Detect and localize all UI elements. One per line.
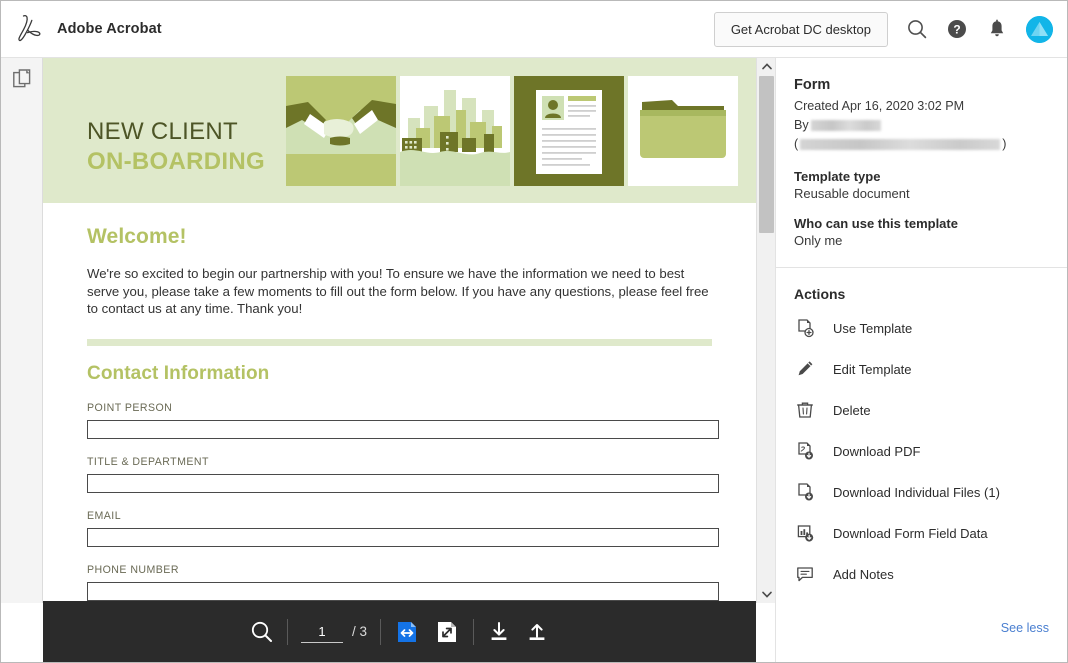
page-total-label: / 3 [352,624,367,639]
banner-title-block: NEW CLIENT ON-BOARDING [87,118,265,176]
see-less-link[interactable]: See less [1001,621,1049,635]
action-label: Download Individual Files (1) [833,485,1000,500]
created-by-email: ( ) [794,135,1049,154]
banner-line-2: ON-BOARDING [87,148,265,176]
app-header: Adobe Acrobat Get Acrobat DC desktop ? [1,1,1067,58]
scroll-down-button[interactable] [757,586,776,603]
search-icon[interactable] [906,18,928,40]
download-pdf-icon [794,441,816,461]
form-field-point-person: POINT PERSON [87,402,712,439]
who-can-use-value: Only me [794,233,1049,248]
page-number-input[interactable] [301,621,343,643]
trash-delete-icon [794,400,816,420]
redacted-author-name [811,120,881,131]
toolbar-separator [287,619,288,645]
fit-page-button[interactable] [434,619,460,645]
handshake-illustration [286,76,396,186]
toolbar-search-button[interactable] [250,620,274,644]
form-field-phone-number: PHONE NUMBER [87,564,712,601]
action-download-pdf[interactable]: Download PDF [776,431,1067,472]
panel-title: Form [794,77,1049,93]
adobe-acrobat-logo-icon [17,14,43,44]
toolbar-separator [473,619,474,645]
action-label: Edit Template [833,362,912,377]
app-title: Adobe Acrobat [57,21,162,37]
contact-information-heading: Contact Information [87,363,712,385]
action-label: Add Notes [833,567,894,582]
action-download-form-field-data[interactable]: Download Form Field Data [776,513,1067,554]
acrobat-window: Adobe Acrobat Get Acrobat DC desktop ? [0,0,1068,663]
scrollbar-thumb[interactable] [759,76,774,233]
form-field-title-department: TITLE & DEPARTMENT [87,456,712,493]
action-label: Use Template [833,321,912,336]
toolbar-separator [380,619,381,645]
welcome-heading: Welcome! [87,225,712,249]
upload-button[interactable] [525,620,549,644]
banner-illustrations [286,76,738,186]
by-prefix-label: By [794,116,809,135]
download-file-icon [794,482,816,502]
welcome-paragraph: We're so excited to begin our partnershi… [87,265,712,318]
document-body: Welcome! We're so excited to begin our p… [43,203,756,603]
form-field-email: EMAIL [87,510,712,547]
download-button[interactable] [487,620,511,644]
email-close-paren: ) [1002,135,1006,154]
pencil-edit-icon [794,359,816,379]
document-scrollbar[interactable] [756,58,775,603]
page-thumbnails-icon [13,69,32,95]
created-by: By [794,116,1049,135]
page-navigation: / 3 [301,621,367,643]
email-open-paren: ( [794,135,798,154]
action-label: Download PDF [833,444,920,459]
who-can-use-label: Who can use this template [794,216,1049,231]
action-add-notes[interactable]: Add Notes [776,554,1067,595]
field-label: PHONE NUMBER [87,564,712,576]
action-edit-template[interactable]: Edit Template [776,349,1067,390]
brand: Adobe Acrobat [1,14,162,44]
details-panel: Form Created Apr 16, 2020 3:02 PM By ( )… [775,58,1067,663]
action-label: Delete [833,403,871,418]
point-person-input[interactable] [87,420,719,439]
section-divider-rule [87,339,712,346]
created-date: Created Apr 16, 2020 3:02 PM [794,97,1049,116]
banner-line-1: NEW CLIENT [87,118,265,146]
header-actions: Get Acrobat DC desktop ? [714,12,1067,47]
page-thumbnails-button[interactable] [1,58,43,106]
help-icon[interactable]: ? [946,18,968,40]
actions-heading: Actions [776,268,1067,308]
document-banner: NEW CLIENT ON-BOARDING [43,58,756,203]
use-template-icon [794,318,816,338]
pdf-page: NEW CLIENT ON-BOARDING [43,58,756,603]
title-department-input[interactable] [87,474,719,493]
phone-number-input[interactable] [87,582,719,601]
user-avatar[interactable] [1026,16,1053,43]
document-viewer[interactable]: NEW CLIENT ON-BOARDING [43,58,756,603]
template-type-value: Reusable document [794,186,1049,201]
action-use-template[interactable]: Use Template [776,308,1067,349]
form-metadata: Form Created Apr 16, 2020 3:02 PM By ( )… [776,77,1067,248]
field-label: POINT PERSON [87,402,712,414]
folder-illustration [628,76,738,186]
action-download-individual-files[interactable]: Download Individual Files (1) [776,472,1067,513]
email-input[interactable] [87,528,719,547]
resume-document-illustration [514,76,624,186]
download-form-data-icon [794,523,816,543]
left-rail [1,58,43,603]
notifications-bell-icon[interactable] [986,18,1008,40]
pdf-toolbar: / 3 [43,601,756,662]
action-label: Download Form Field Data [833,526,988,541]
cityscape-illustration [400,76,510,186]
template-type-label: Template type [794,169,1049,184]
notes-comment-icon [794,564,816,584]
get-acrobat-desktop-button[interactable]: Get Acrobat DC desktop [714,12,888,47]
fit-width-button[interactable] [394,619,420,645]
redacted-author-email [800,139,1000,150]
action-delete[interactable]: Delete [776,390,1067,431]
svg-text:?: ? [953,23,960,37]
scroll-up-button[interactable] [757,58,776,75]
field-label: EMAIL [87,510,712,522]
field-label: TITLE & DEPARTMENT [87,456,712,468]
